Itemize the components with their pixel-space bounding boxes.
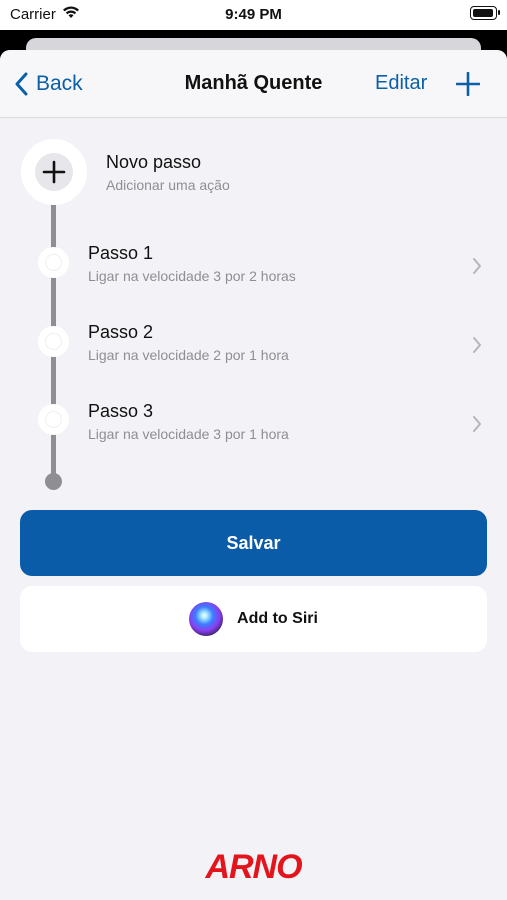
- timeline-end-dot: [45, 473, 62, 490]
- step-item-2[interactable]: Passo 2 Ligar na velocidade 2 por 1 hora: [88, 322, 488, 368]
- chevron-right-icon: [473, 258, 481, 274]
- step-item-1[interactable]: Passo 1 Ligar na velocidade 3 por 2 hora…: [88, 243, 488, 289]
- siri-icon: [189, 602, 224, 636]
- arno-logo: ARNO: [205, 848, 302, 886]
- new-step-item[interactable]: Novo passo Adicionar uma ação: [106, 152, 486, 193]
- battery-icon: [470, 6, 500, 20]
- plus-icon[interactable]: [455, 71, 481, 101]
- chevron-right-icon: [473, 416, 481, 432]
- status-time: 9:49 PM: [225, 6, 282, 23]
- add-step-button[interactable]: [21, 139, 87, 205]
- step-title: Passo 1: [88, 243, 154, 263]
- chevron-right-icon: [473, 337, 481, 353]
- step-subtitle: Ligar na velocidade 2 por 1 hora: [88, 347, 289, 363]
- add-to-siri-button[interactable]: Add to Siri: [20, 586, 487, 652]
- edit-button[interactable]: Editar: [375, 72, 427, 95]
- new-step-subtitle: Adicionar uma ação: [106, 177, 230, 193]
- step-title: Passo 3: [88, 401, 154, 421]
- back-label: Back: [36, 72, 83, 95]
- step-subtitle: Ligar na velocidade 3 por 1 hora: [88, 426, 289, 442]
- save-label: Salvar: [226, 532, 281, 553]
- step-marker: [38, 404, 69, 435]
- step-marker: [38, 326, 69, 357]
- step-item-3[interactable]: Passo 3 Ligar na velocidade 3 por 1 hora: [88, 401, 488, 447]
- step-subtitle: Ligar na velocidade 3 por 2 horas: [88, 268, 296, 284]
- new-step-title: Novo passo: [106, 152, 202, 172]
- navigation-bar: Back Manhã Quente Editar: [0, 50, 507, 118]
- plus-icon: [42, 160, 66, 184]
- save-button[interactable]: Salvar: [20, 510, 487, 576]
- step-marker: [38, 247, 69, 278]
- step-title: Passo 2: [88, 322, 154, 342]
- siri-label: Add to Siri: [237, 610, 318, 627]
- back-button[interactable]: Back: [14, 68, 83, 100]
- status-bar: Carrier 9:49 PM: [0, 0, 507, 30]
- modal-sheet: Back Manhã Quente Editar Novo passo Adic…: [0, 50, 507, 900]
- chevron-left-icon: [15, 72, 28, 96]
